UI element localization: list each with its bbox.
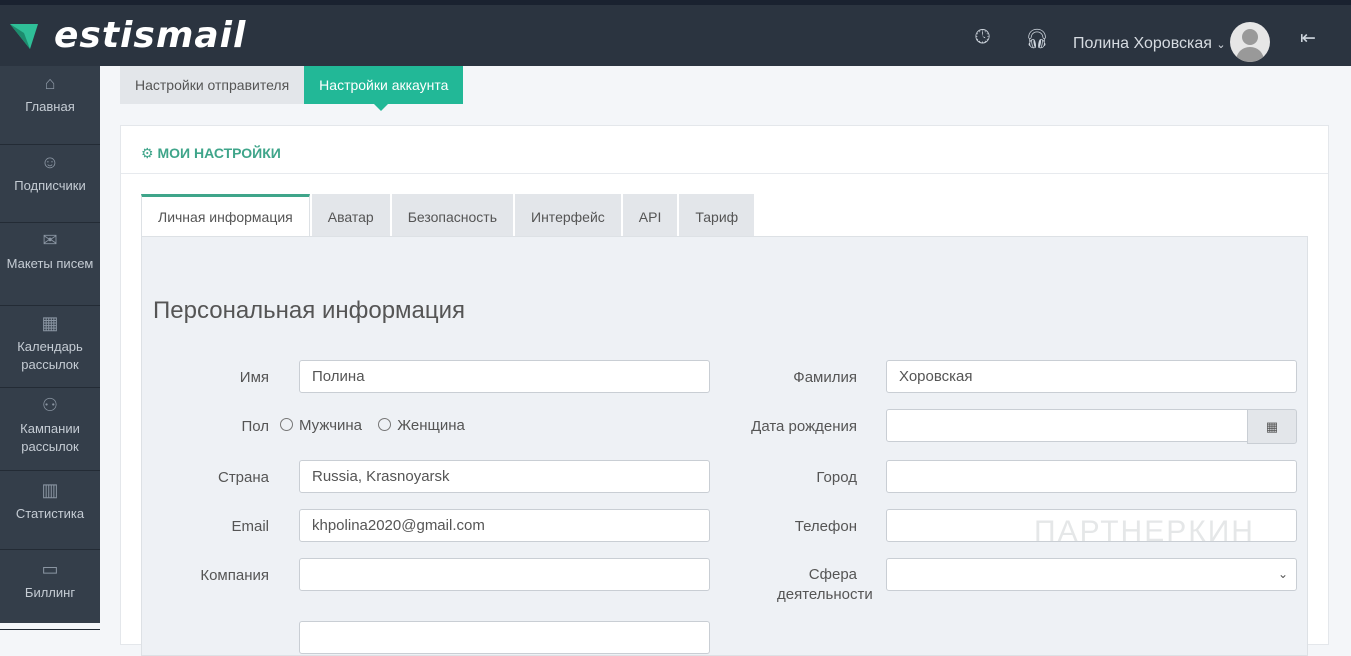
sidebar-label: Статистика [15, 506, 85, 521]
sidebar-item-subscribers[interactable]: ☺ Подписчики [0, 145, 100, 223]
tab-account-settings[interactable]: Настройки аккаунта [304, 66, 464, 111]
tab-interface[interactable]: Интерфейс [515, 194, 621, 236]
logo[interactable]: estismail [10, 15, 246, 56]
top-tabs: Настройки отправителя Настройки аккаунта [120, 66, 464, 111]
country-input[interactable]: Russia, Krasnoyarsk [299, 460, 710, 493]
envelope-icon: ✉ [42, 230, 58, 250]
personal-info-panel: Персональная информация Имя Полина Пол М… [141, 236, 1308, 656]
male-label: Мужчина [299, 417, 363, 434]
tab-personal-info[interactable]: Личная информация [141, 194, 310, 236]
sphere-label: Сфера деятельности [777, 566, 873, 603]
avatar[interactable] [1230, 22, 1270, 62]
sidebar-label: Макеты писем [6, 256, 94, 271]
gender-male-radio[interactable]: Мужчина [280, 417, 362, 434]
gear-icon: ⚙ [141, 145, 154, 161]
tab-api[interactable]: API [622, 194, 678, 236]
birth-date-label: Дата рождения [751, 418, 857, 435]
last-name-input[interactable]: Хоровская [886, 360, 1297, 393]
city-label: Город [816, 469, 857, 486]
next-input[interactable] [299, 621, 710, 654]
logo-text: estismail [54, 15, 247, 56]
sidebar-label: Календарь рассылок [17, 339, 83, 372]
tab-security[interactable]: Безопасность [391, 194, 514, 236]
top-bar: estismail 🕓︎ 🎧︎ Полина Хоровская ⌄ ⇤ [0, 0, 1351, 66]
chevron-down-icon: ⌄ [1216, 39, 1226, 51]
female-label: Женщина [397, 417, 465, 434]
inner-tabs: Личная информация Аватар Безопасность Ин… [141, 194, 755, 236]
last-name-label: Фамилия [793, 369, 857, 386]
clock-icon[interactable]: 🕓︎ [975, 27, 990, 49]
logo-icon [10, 23, 38, 49]
user-name: Полина Хоровская [1073, 35, 1212, 52]
tab-avatar[interactable]: Аватар [311, 194, 390, 236]
chart-icon: ▥ [41, 480, 59, 500]
gender-label: Пол [241, 418, 269, 435]
first-name-label: Имя [239, 369, 269, 386]
user-menu[interactable]: Полина Хоровская ⌄ [1073, 35, 1226, 53]
email-input[interactable]: khpolina2020@gmail.com [299, 509, 710, 542]
calendar-icon: ▦ [1265, 419, 1279, 434]
gender-radio-group: Мужчина Женщина [280, 417, 465, 434]
email-label: Email [231, 518, 269, 535]
sphere-select[interactable]: ⌄ [886, 558, 1297, 591]
sidebar-label: Подписчики [14, 178, 86, 193]
sidebar-item-calendar[interactable]: ▦ Календарь рассылок [0, 306, 100, 388]
sidebar-item-campaigns[interactable]: ⚇ Кампании рассылок [0, 388, 100, 471]
logout-icon[interactable]: ⇤ [1300, 27, 1316, 50]
company-input[interactable] [299, 558, 710, 591]
sidebar-label: Биллинг [24, 585, 76, 600]
company-label: Компания [200, 567, 269, 584]
country-label: Страна [217, 469, 269, 486]
gender-female-radio[interactable]: Женщина [378, 417, 465, 434]
home-icon: ⌂ [44, 73, 56, 93]
card-title: ⚙ МОИ НАСТРОЙКИ [141, 145, 281, 162]
calendar-button[interactable]: ▦ [1247, 409, 1297, 444]
sidebar: ⌂ Главная ☺ Подписчики ✉ Макеты писем ▦ Кале… [0, 66, 100, 630]
watermark: ПАРТНЕРКИН [1034, 515, 1255, 548]
birth-date-input[interactable] [886, 409, 1248, 442]
tab-tariff[interactable]: Тариф [679, 194, 755, 236]
sidebar-item-statistics[interactable]: ▥ Статистика [0, 471, 100, 550]
sidebar-item-billing[interactable]: ▭ Биллинг [0, 550, 100, 630]
settings-card: ⚙ МОИ НАСТРОЙКИ Личная информация Аватар… [120, 125, 1329, 656]
divider [121, 173, 1328, 174]
section-heading: Персональная информация [153, 297, 466, 324]
headset-icon[interactable]: 🎧︎ [1025, 27, 1049, 51]
campaign-icon: ⚇ [41, 395, 59, 415]
card-title-text: МОИ НАСТРОЙКИ [157, 145, 281, 161]
sidebar-label: Кампании рассылок [20, 421, 80, 454]
city-input[interactable] [886, 460, 1297, 493]
first-name-input[interactable]: Полина [299, 360, 710, 393]
users-icon: ☺ [40, 152, 60, 172]
sidebar-item-templates[interactable]: ✉ Макеты писем [0, 223, 100, 306]
calendar-icon: ▦ [41, 313, 59, 333]
sidebar-label: Главная [25, 99, 75, 114]
tab-sender-settings[interactable]: Настройки отправителя [120, 66, 305, 104]
sidebar-item-home[interactable]: ⌂ Главная [0, 66, 100, 145]
folder-icon: ▭ [41, 559, 59, 579]
chevron-down-icon: ⌄ [1277, 567, 1288, 581]
phone-label: Телефон [794, 518, 857, 535]
